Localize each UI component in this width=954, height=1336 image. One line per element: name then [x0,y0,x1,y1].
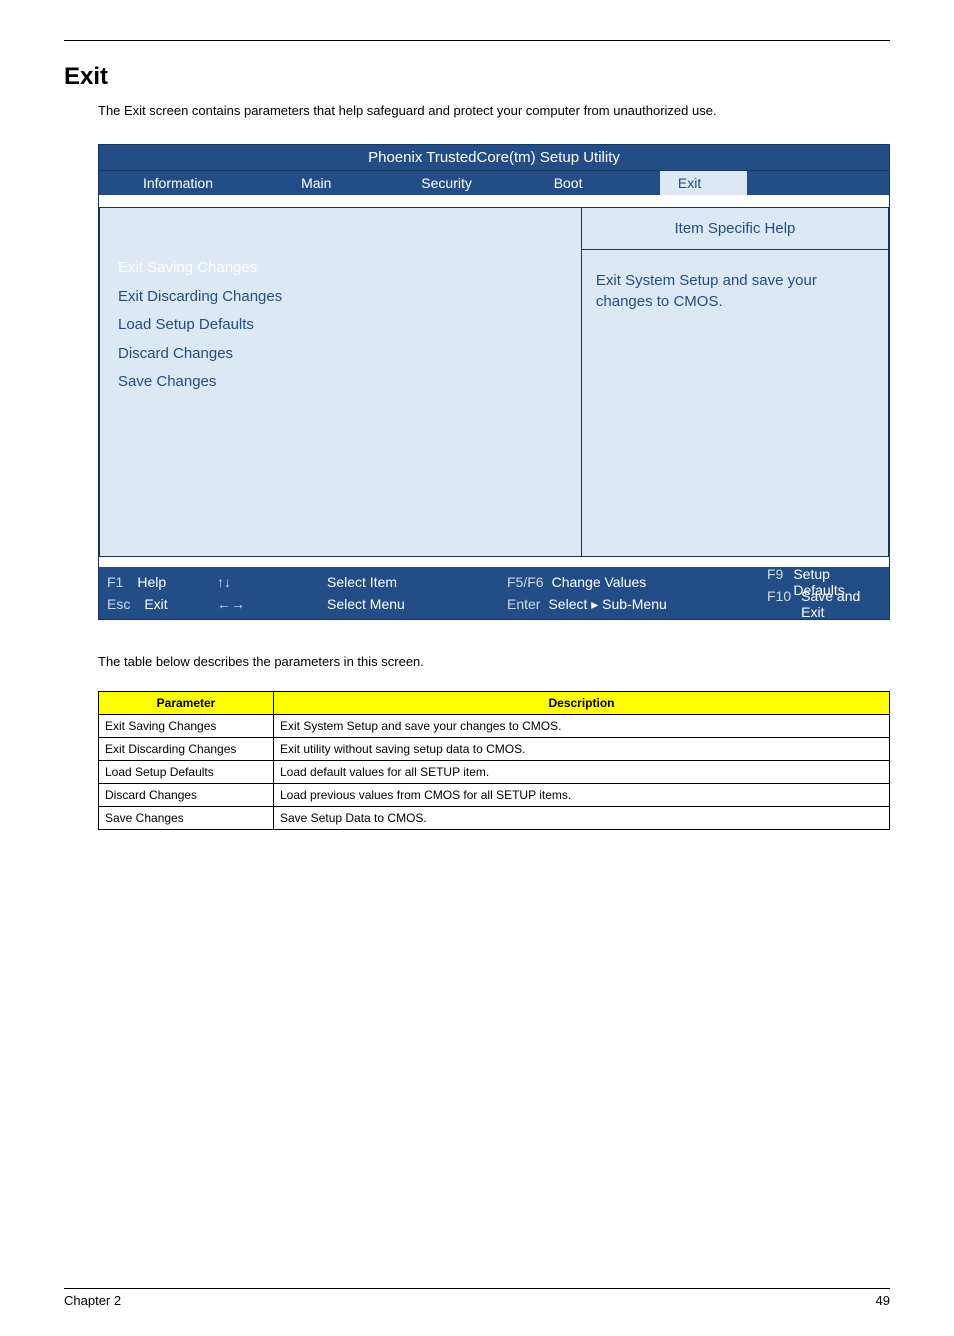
key-leftright-icon: ←→ [217,596,245,612]
key-esc: Esc [107,596,130,612]
tab-boot[interactable]: Boot [518,171,660,195]
cell-desc: Load default values for all SETUP item. [274,761,890,784]
key-f1: F1 [107,574,123,590]
bios-footer: F1 Help ↑↓ Select Item F5/F6 Change Valu… [99,567,889,619]
cell-desc: Exit System Setup and save your changes … [274,715,890,738]
params-table: Parameter Description Exit Saving Change… [98,691,890,830]
bios-menu-pane: Exit Saving Changes Exit Discarding Chan… [99,207,581,557]
key-f10: F10 [767,588,791,620]
key-enter: Enter [507,596,540,613]
tab-security[interactable]: Security [376,171,518,195]
help-header: Item Specific Help [581,207,889,250]
th-parameter: Parameter [99,692,274,715]
help-body: Exit System Setup and save your changes … [581,250,889,557]
menu-discard-changes[interactable]: Discard Changes [118,340,563,369]
cell-param: Exit Saving Changes [99,715,274,738]
table-row: Exit Discarding Changes Exit utility wit… [99,738,890,761]
lbl-save-exit: Save and Exit [801,588,881,620]
bios-tabs: Information Main Security Boot Exit [99,171,889,195]
page-footer: Chapter 2 49 [64,1288,890,1308]
bios-title: Phoenix TrustedCore(tm) Setup Utility [99,145,889,171]
tab-filler [747,171,889,195]
menu-save-changes[interactable]: Save Changes [118,368,563,397]
table-row: Discard Changes Load previous values fro… [99,784,890,807]
menu-load-setup-defaults[interactable]: Load Setup Defaults [118,311,563,340]
key-f5f6: F5/F6 [507,574,544,590]
footer-page-number: 49 [876,1293,890,1308]
cell-desc: Exit utility without saving setup data t… [274,738,890,761]
intro-text: The Exit screen contains parameters that… [98,103,890,118]
lbl-exit: Exit [144,596,167,612]
tab-information[interactable]: Information [99,171,257,195]
lbl-select-item: Select Item [327,574,397,590]
tab-exit[interactable]: Exit [660,171,747,195]
footer-chapter: Chapter 2 [64,1293,121,1308]
lbl-select-menu: Select Menu [327,596,405,612]
lbl-select-submenu: Select ▸ Sub-Menu [548,596,666,613]
th-description: Description [274,692,890,715]
cell-param: Load Setup Defaults [99,761,274,784]
table-row: Save Changes Save Setup Data to CMOS. [99,807,890,830]
cell-param: Save Changes [99,807,274,830]
cell-param: Discard Changes [99,784,274,807]
menu-exit-discarding-changes[interactable]: Exit Discarding Changes [118,283,563,312]
lbl-change-values: Change Values [552,574,647,590]
menu-exit-saving-changes[interactable]: Exit Saving Changes [118,254,563,283]
table-row: Load Setup Defaults Load default values … [99,761,890,784]
cell-desc: Save Setup Data to CMOS. [274,807,890,830]
cell-param: Exit Discarding Changes [99,738,274,761]
key-updown-icon: ↑↓ [217,574,231,590]
lbl-help: Help [137,574,166,590]
bios-panel: Phoenix TrustedCore(tm) Setup Utility In… [98,144,890,620]
section-title: Exit [64,63,890,91]
tab-main[interactable]: Main [257,171,376,195]
table-row: Exit Saving Changes Exit System Setup an… [99,715,890,738]
cell-desc: Load previous values from CMOS for all S… [274,784,890,807]
table-intro: The table below describes the parameters… [98,654,890,669]
